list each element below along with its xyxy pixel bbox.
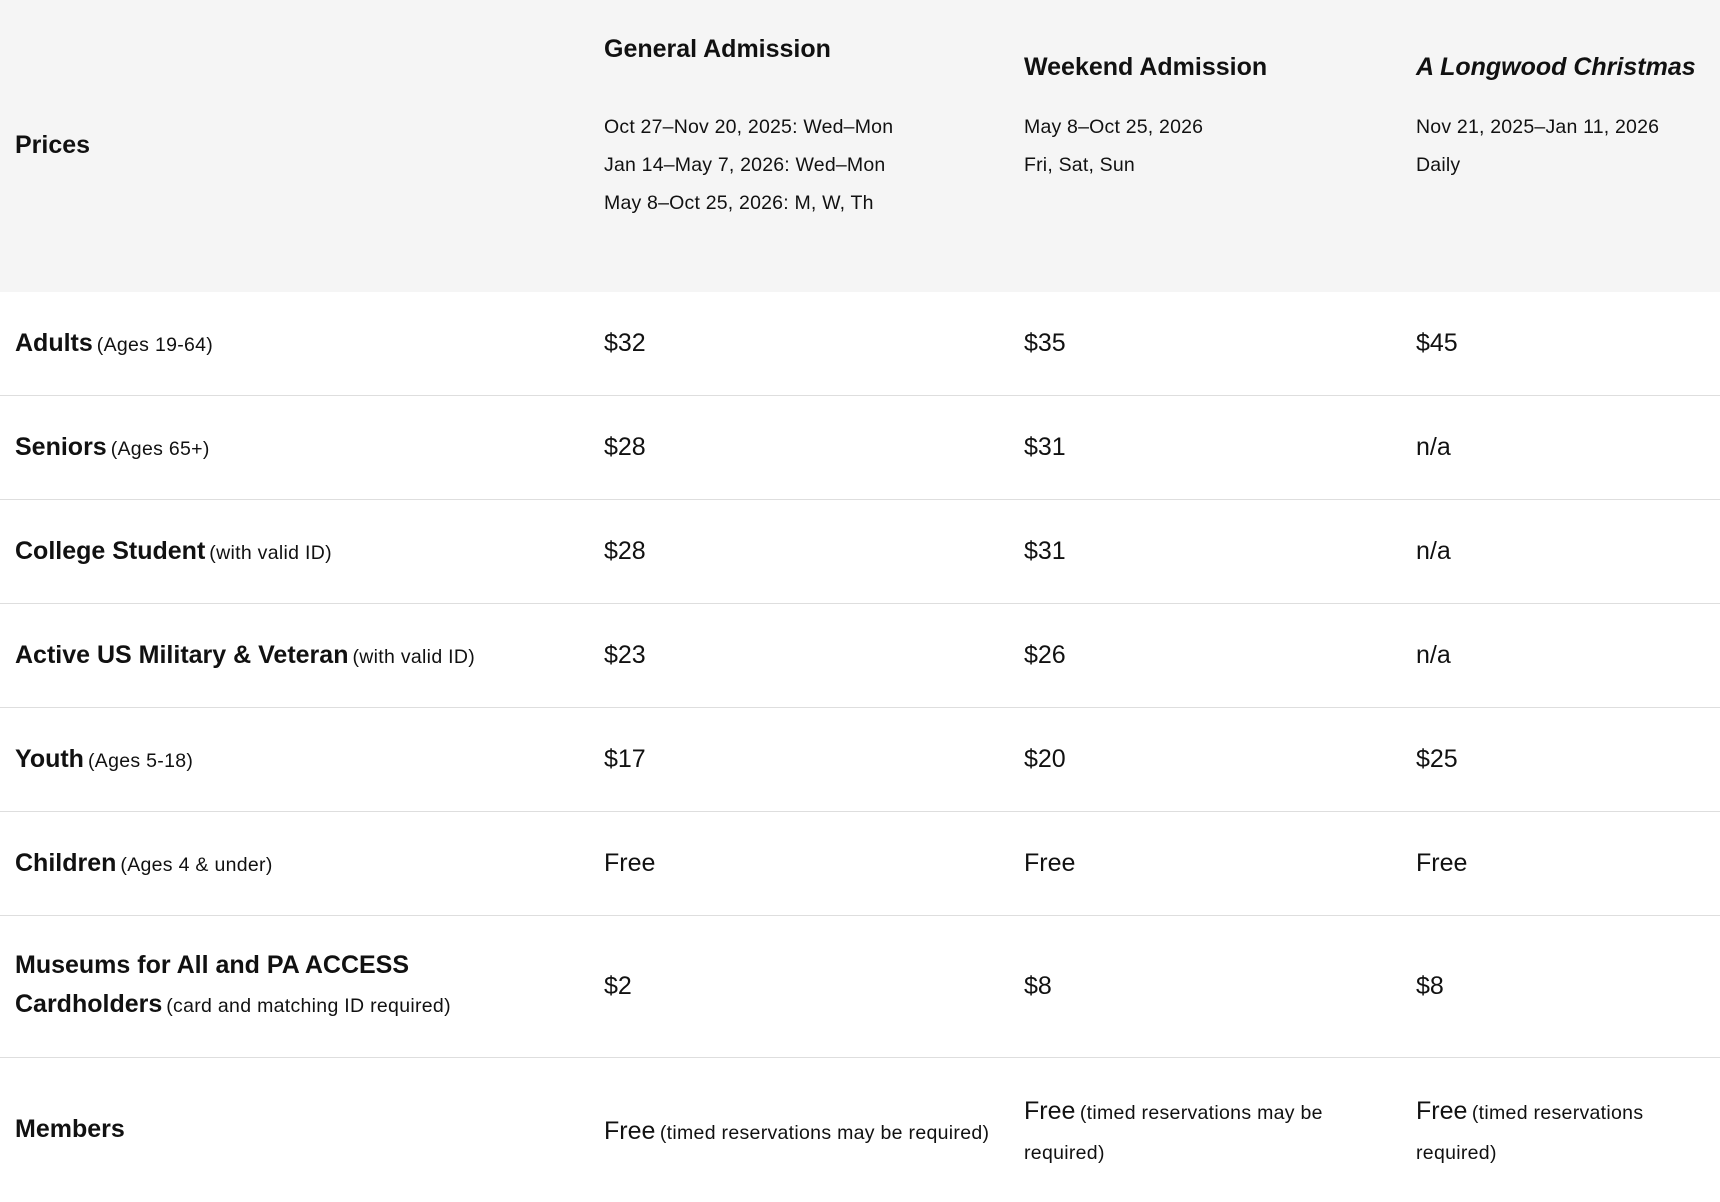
general-admission-header: General Admission Oct 27–Nov 20, 2025: W… bbox=[604, 34, 893, 222]
general-members-price: Free bbox=[604, 1117, 656, 1145]
general-admission-date-line: Jan 14–May 7, 2026: Wed–Mon bbox=[604, 154, 886, 176]
admission-price-table: Prices General Admission Oct 27–Nov 20, … bbox=[0, 0, 1720, 1200]
table-row: Adults (Ages 19-64) $32 $35 $45 bbox=[0, 292, 1720, 396]
weekend-admission-date-line: May 8–Oct 25, 2026 bbox=[1024, 116, 1204, 138]
general-price: $23 bbox=[604, 641, 646, 669]
weekend-price: $35 bbox=[1024, 329, 1066, 357]
category-cell: Active US Military & Veteran (with valid … bbox=[0, 641, 604, 670]
category-name: Children bbox=[15, 849, 117, 877]
general-admission-title: General Admission bbox=[604, 35, 831, 63]
category-cell: College Student (with valid ID) bbox=[0, 537, 604, 566]
christmas-date-line: Nov 21, 2025–Jan 11, 2026 bbox=[1416, 116, 1660, 138]
christmas-date-line: Daily bbox=[1416, 154, 1461, 176]
category-cell: Youth (Ages 5-18) bbox=[0, 745, 604, 774]
christmas-price: $8 bbox=[1416, 972, 1444, 1000]
general-admission-date-line: May 8–Oct 25, 2026: M, W, Th bbox=[604, 192, 874, 214]
general-price: $32 bbox=[604, 329, 646, 357]
weekend-members-price: Free bbox=[1024, 1097, 1076, 1125]
weekend-admission-header: Weekend Admission May 8–Oct 25, 2026 Fri… bbox=[1024, 52, 1267, 184]
general-price: $2 bbox=[604, 972, 632, 1000]
category-note: (Ages 19-64) bbox=[96, 334, 214, 356]
christmas-title: A Longwood Christmas bbox=[1416, 53, 1696, 81]
table-row-members: Members Free (timed reservations may be … bbox=[0, 1058, 1720, 1200]
weekend-admission-date-line: Fri, Sat, Sun bbox=[1024, 154, 1135, 176]
general-admission-date-line: Oct 27–Nov 20, 2025: Wed–Mon bbox=[604, 116, 894, 138]
category-name: Seniors bbox=[15, 433, 107, 461]
table-row: Children (Ages 4 & under) Free Free Free bbox=[0, 812, 1720, 916]
christmas-price: $45 bbox=[1416, 329, 1458, 357]
general-price: $28 bbox=[604, 537, 646, 565]
weekend-admission-dates: May 8–Oct 25, 2026 Fri, Sat, Sun bbox=[1024, 108, 1267, 184]
weekend-price: Free bbox=[1024, 849, 1076, 877]
category-name-continued: Cardholders bbox=[15, 990, 163, 1018]
christmas-price: n/a bbox=[1416, 433, 1451, 461]
christmas-price: n/a bbox=[1416, 641, 1451, 669]
category-name: Members bbox=[15, 1114, 125, 1143]
general-admission-dates: Oct 27–Nov 20, 2025: Wed–Mon Jan 14–May … bbox=[604, 108, 893, 222]
general-members-note: (timed reservations may be required) bbox=[659, 1122, 990, 1144]
table-row: Museums for All and PA ACCESS Cardholder… bbox=[0, 916, 1720, 1058]
admission-prices-page: Prices General Admission Oct 27–Nov 20, … bbox=[0, 0, 1720, 1202]
weekend-price: $26 bbox=[1024, 641, 1066, 669]
christmas-members-cell: Free (timed reservations required) bbox=[1416, 1084, 1720, 1174]
category-name: Active US Military & Veteran bbox=[15, 641, 349, 669]
christmas-members-price: Free bbox=[1416, 1097, 1468, 1125]
category-name: Youth bbox=[15, 745, 84, 773]
general-price: $17 bbox=[604, 745, 646, 773]
category-name: College Student bbox=[15, 537, 206, 565]
general-price: Free bbox=[604, 849, 656, 877]
table-row: College Student (with valid ID) $28 $31 n… bbox=[0, 500, 1720, 604]
category-name: Adults bbox=[15, 329, 93, 357]
category-cell: Members bbox=[0, 1115, 604, 1144]
category-cell: Museums for All and PA ACCESS Cardholder… bbox=[0, 946, 604, 1027]
weekend-price: $20 bbox=[1024, 745, 1066, 773]
category-cell: Adults (Ages 19-64) bbox=[0, 329, 604, 358]
general-price: $28 bbox=[604, 433, 646, 461]
christmas-dates: Nov 21, 2025–Jan 11, 2026 Daily bbox=[1416, 108, 1696, 184]
christmas-price: n/a bbox=[1416, 537, 1451, 565]
table-row: Seniors (Ages 65+) $28 $31 n/a bbox=[0, 396, 1720, 500]
christmas-price: $25 bbox=[1416, 745, 1458, 773]
weekend-members-cell: Free (timed reservations may be required… bbox=[1024, 1084, 1416, 1174]
christmas-price: Free bbox=[1416, 849, 1468, 877]
category-cell: Seniors (Ages 65+) bbox=[0, 433, 604, 462]
table-header-row: Prices General Admission Oct 27–Nov 20, … bbox=[0, 0, 1720, 292]
category-note: (Ages 65+) bbox=[110, 438, 210, 460]
table-row: Youth (Ages 5-18) $17 $20 $25 bbox=[0, 708, 1720, 812]
weekend-price: $8 bbox=[1024, 972, 1052, 1000]
category-cell: Children (Ages 4 & under) bbox=[0, 849, 604, 878]
category-note: (with valid ID) bbox=[352, 646, 476, 668]
category-note: (with valid ID) bbox=[209, 542, 332, 564]
category-note: (Ages 4 & under) bbox=[120, 854, 273, 876]
general-members-cell: Free (timed reservations may be required… bbox=[604, 1104, 1024, 1154]
prices-header-label: Prices bbox=[15, 131, 91, 159]
table-row: Active US Military & Veteran (with valid … bbox=[0, 604, 1720, 708]
category-note: (card and matching ID required) bbox=[166, 995, 451, 1017]
category-name: Museums for All and PA ACCESS bbox=[15, 951, 410, 979]
category-note: (Ages 5-18) bbox=[87, 750, 194, 772]
christmas-header: A Longwood Christmas Nov 21, 2025–Jan 11… bbox=[1416, 52, 1696, 184]
weekend-price: $31 bbox=[1024, 537, 1066, 565]
weekend-admission-title: Weekend Admission bbox=[1024, 53, 1268, 81]
weekend-price: $31 bbox=[1024, 433, 1066, 461]
